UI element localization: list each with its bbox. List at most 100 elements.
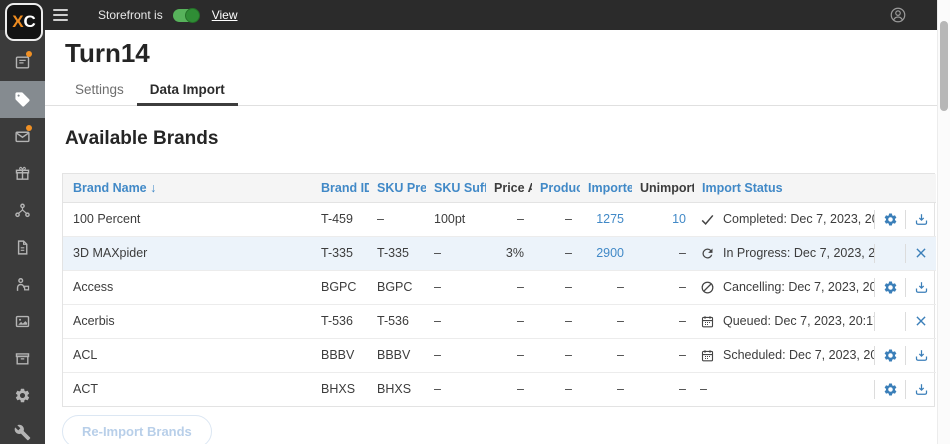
sidebar-item-marketing[interactable]: [0, 118, 45, 155]
import-status-cell: Completed: Dec 7, 2023, 20:20: [694, 202, 874, 236]
column-header-import-status[interactable]: Import Status: [694, 174, 874, 202]
xcart-logo[interactable]: XC: [5, 3, 43, 41]
scrollbar-thumb[interactable]: [940, 21, 948, 111]
sort-desc-icon: ↓: [150, 181, 156, 195]
close-icon[interactable]: [906, 246, 936, 260]
import-status-cell: Cancelling: Dec 7, 2023, 20:20: [694, 270, 874, 304]
status-in-progress-icon: [700, 246, 715, 261]
brands-table: Brand Name ↓ Brand ID SKU Prefix SKU Suf…: [62, 173, 935, 407]
brand-name-cell: ACL: [63, 338, 313, 372]
brand-name-cell: 100 Percent: [63, 202, 313, 236]
price-adj-cell: 3%: [486, 236, 532, 270]
brand-name-cell: Acerbis: [63, 304, 313, 338]
column-header-products[interactable]: Products: [532, 174, 580, 202]
sidebar-item-inventory[interactable]: [0, 340, 45, 377]
brand-name-cell: ACT: [63, 372, 313, 406]
sku-suffix-cell: –: [426, 270, 486, 304]
brand-id-cell: BGPC: [313, 270, 369, 304]
table-row: ACT BHXS BHXS – – – – – –: [63, 372, 936, 406]
column-header-imported[interactable]: Imported: [580, 174, 632, 202]
brand-name-cell: Access: [63, 270, 313, 304]
import-status-cell: –: [694, 372, 874, 406]
logo-text-c: C: [24, 12, 36, 32]
table-row: 100 Percent T-459 – 100pt – – 1275 10 Co…: [63, 202, 936, 236]
products-cell: –: [532, 270, 580, 304]
brand-id-cell: T-536: [313, 304, 369, 338]
view-storefront-link[interactable]: View: [212, 8, 238, 22]
brand-id-cell: BBBV: [313, 338, 369, 372]
tab-data-import[interactable]: Data Import: [137, 82, 238, 106]
sku-suffix-cell: –: [426, 236, 486, 270]
unimported-count-link: –: [632, 236, 694, 270]
column-header-brand-name[interactable]: Brand Name ↓: [63, 174, 313, 202]
column-header-brand-id[interactable]: Brand ID: [313, 174, 369, 202]
table-row: ACL BBBV BBBV – – – – – Scheduled: Dec 7…: [63, 338, 936, 372]
top-bar: XC Storefront is View: [0, 0, 937, 30]
account-icon[interactable]: [889, 6, 907, 24]
brand-name-cell: 3D MAXpider: [63, 236, 313, 270]
import-status-cell: In Progress: Dec 7, 2023, 20:20: [694, 236, 874, 270]
download-icon[interactable]: [906, 382, 936, 397]
imported-count-link: –: [580, 338, 632, 372]
gear-icon[interactable]: [875, 280, 905, 295]
gear-icon[interactable]: [875, 348, 905, 363]
brand-id-cell: T-459: [313, 202, 369, 236]
reimport-brands-button[interactable]: Re-Import Brands: [62, 415, 212, 444]
products-cell: –: [532, 338, 580, 372]
sidebar-nav: [0, 30, 45, 444]
sku-prefix-cell: BBBV: [369, 338, 426, 372]
sidebar-item-apps[interactable]: [0, 266, 45, 303]
sidebar-item-design[interactable]: [0, 303, 45, 340]
imported-count-link[interactable]: 2900: [580, 236, 632, 270]
storefront-label: Storefront is: [98, 8, 163, 22]
status-calendar-icon: [700, 348, 715, 363]
column-header-sku-suffix[interactable]: SKU Suffix: [426, 174, 486, 202]
brand-id-cell: BHXS: [313, 372, 369, 406]
status-calendar-icon: [700, 314, 715, 329]
tab-settings[interactable]: Settings: [62, 82, 137, 105]
import-status-cell: Queued: Dec 7, 2023, 20:17: [694, 304, 874, 338]
hamburger-menu-icon[interactable]: [53, 9, 68, 21]
products-cell: –: [532, 202, 580, 236]
section-title: Available Brands: [65, 128, 937, 150]
sku-suffix-cell: 100pt: [426, 202, 486, 236]
unimported-count-link: –: [632, 372, 694, 406]
status-check-icon: [700, 212, 715, 227]
close-icon[interactable]: [906, 314, 936, 328]
sku-suffix-cell: –: [426, 304, 486, 338]
products-cell: –: [532, 372, 580, 406]
unimported-count-link: –: [632, 270, 694, 304]
sidebar-item-integrations[interactable]: [0, 192, 45, 229]
toggle-knob: [185, 8, 200, 23]
sidebar-item-settings[interactable]: [0, 377, 45, 414]
sidebar-item-tools[interactable]: [0, 414, 45, 444]
column-header-actions: [874, 174, 936, 202]
price-adj-cell: –: [486, 270, 532, 304]
storefront-toggle[interactable]: [173, 9, 199, 22]
tab-bar: Settings Data Import: [45, 80, 937, 106]
price-adj-cell: –: [486, 338, 532, 372]
row-actions: [874, 372, 936, 406]
sidebar-item-promotions[interactable]: [0, 155, 45, 192]
table-row: 3D MAXpider T-335 T-335 – 3% – 2900 – In…: [63, 236, 936, 270]
sku-prefix-cell: BHXS: [369, 372, 426, 406]
products-cell: –: [532, 236, 580, 270]
import-status-cell: Scheduled: Dec 7, 2023, 20:30: [694, 338, 874, 372]
main-content: Turn14 Settings Data Import Available Br…: [45, 30, 937, 444]
status-cancelling-icon: [700, 280, 715, 295]
download-icon[interactable]: [906, 212, 936, 227]
sku-prefix-cell: T-335: [369, 236, 426, 270]
sidebar-item-content[interactable]: [0, 229, 45, 266]
imported-count-link[interactable]: 1275: [580, 202, 632, 236]
row-actions: [874, 304, 936, 338]
unimported-count-link[interactable]: 10: [632, 202, 694, 236]
column-header-sku-prefix[interactable]: SKU Prefix: [369, 174, 426, 202]
sidebar-item-orders[interactable]: [0, 44, 45, 81]
download-icon[interactable]: [906, 348, 936, 363]
sku-prefix-cell: BGPC: [369, 270, 426, 304]
sku-suffix-cell: –: [426, 338, 486, 372]
gear-icon[interactable]: [875, 382, 905, 397]
sidebar-item-catalog[interactable]: [0, 81, 45, 118]
download-icon[interactable]: [906, 280, 936, 295]
gear-icon[interactable]: [875, 212, 905, 227]
